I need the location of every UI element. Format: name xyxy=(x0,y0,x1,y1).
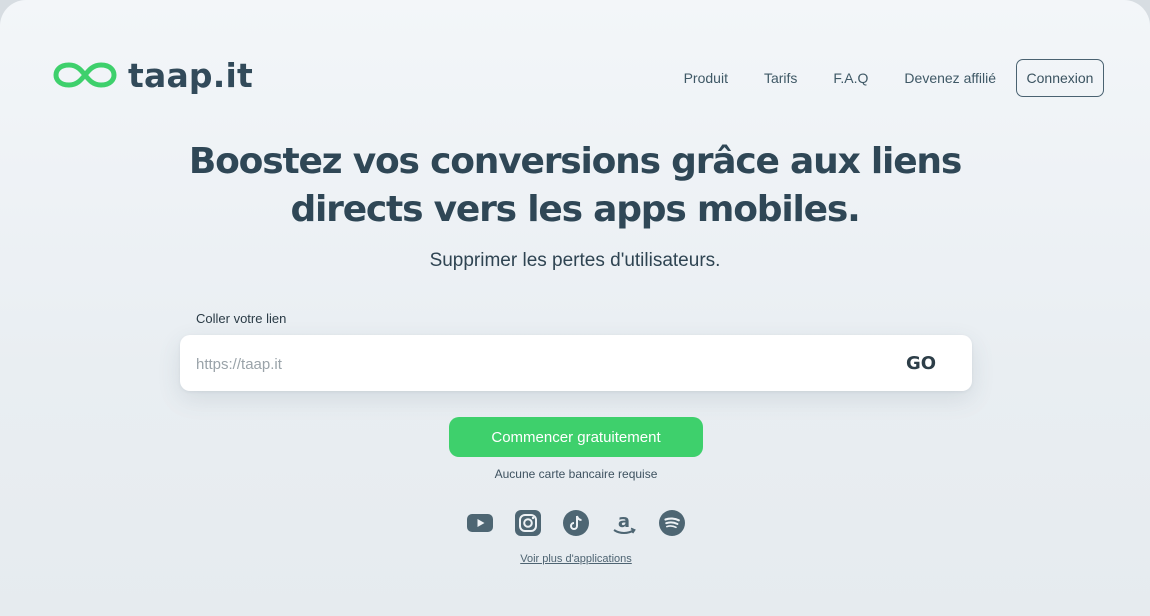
svg-text:a: a xyxy=(618,511,630,532)
login-button[interactable]: Connexion xyxy=(1016,59,1104,97)
nav-item-affiliate[interactable]: Devenez affilié xyxy=(904,58,996,98)
go-button[interactable]: GO xyxy=(890,345,952,381)
nav-item-faq[interactable]: F.A.Q xyxy=(833,58,868,98)
link-input[interactable] xyxy=(194,335,858,393)
amazon-icon[interactable]: a xyxy=(611,510,637,536)
landing-page: taap.it Produit Tarifs F.A.Q Devenez aff… xyxy=(0,0,1150,616)
nav-item-produit[interactable]: Produit xyxy=(684,58,728,98)
link-field-label: Coller votre lien xyxy=(196,311,287,326)
supported-apps: a xyxy=(0,510,1150,536)
instagram-icon[interactable] xyxy=(515,510,541,536)
hero-subtitle: Supprimer les pertes d'utilisateurs. xyxy=(429,250,721,271)
start-free-button[interactable]: Commencer gratuitement xyxy=(449,417,703,457)
hero-title-line-2: directs vers les apps mobiles. xyxy=(290,189,860,230)
spotify-icon[interactable] xyxy=(659,510,685,536)
youtube-icon[interactable] xyxy=(467,510,493,536)
more-apps-link[interactable]: Voir plus d'applications xyxy=(0,553,1150,565)
nav-item-tarifs[interactable]: Tarifs xyxy=(764,58,797,98)
no-card-note: Aucune carte bancaire requise xyxy=(494,467,658,481)
hero-title: Boostez vos conversions grâce aux liens … xyxy=(0,138,1150,234)
brand-name: taap.it xyxy=(128,55,253,95)
hero-title-line-1: Boostez vos conversions grâce aux liens xyxy=(188,141,962,182)
tiktok-icon[interactable] xyxy=(563,510,589,536)
logo[interactable]: taap.it xyxy=(52,58,253,92)
infinity-logo-icon xyxy=(53,62,117,88)
main-nav: Produit Tarifs F.A.Q Devenez affilié Con… xyxy=(684,58,1104,98)
link-form: GO xyxy=(180,335,972,393)
